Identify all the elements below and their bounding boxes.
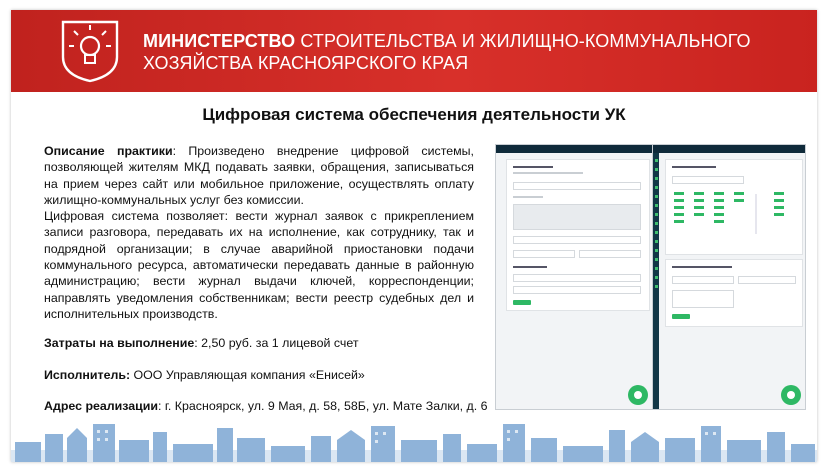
- page-title: Цифровая система обеспечения деятельност…: [202, 105, 626, 124]
- executor-line: Исполнитель: ООО Управляющая компания «Е…: [44, 368, 365, 382]
- costs-label: Затраты на выполнение: [44, 336, 195, 350]
- ministry-line2: ХОЗЯЙСТВА КРАСНОЯРСКОГО КРАЯ: [143, 53, 469, 73]
- ministry-bold: МИНИСТЕРСТВО: [143, 31, 296, 51]
- costs-line: Затраты на выполнение: 2,50 руб. за 1 ли…: [44, 336, 359, 350]
- app-screenshot-form: [495, 144, 653, 410]
- submit-button[interactable]: [513, 300, 531, 305]
- description-block: Описание практики: Произведено внедрение…: [44, 143, 474, 322]
- address-label: Адрес реализации: [44, 399, 159, 413]
- form-panel: [506, 159, 650, 311]
- app-top-bar-2: [653, 145, 805, 153]
- address-line: Адрес реализации: г. Красноярск, ул. 9 М…: [44, 399, 488, 413]
- ministry-name: МИНИСТЕРСТВО СТРОИТЕЛЬСТВА И ЖИЛИЩНО-КОМ…: [143, 30, 751, 74]
- city-skyline-decoration: [11, 424, 817, 462]
- time-slots-grid: [674, 192, 784, 234]
- lightbulb-icon: [61, 20, 119, 83]
- ministry-rest: СТРОИТЕЛЬСТВА И ЖИЛИЩНО-КОММУНАЛЬНОГО: [300, 31, 751, 51]
- appointment-panel: [665, 259, 803, 327]
- app-sidebar: [653, 153, 659, 409]
- app-screenshot-schedule: [652, 144, 806, 410]
- description-text-2: Цифровая система позволяет: вести журнал…: [44, 209, 474, 321]
- address-value: : г. Красноярск, ул. 9 Мая, д. 58, 58Б, …: [158, 399, 488, 413]
- schedule-panel: [665, 159, 803, 255]
- header-banner: МИНИСТЕРСТВО СТРОИТЕЛЬСТВА И ЖИЛИЩНО-КОМ…: [11, 10, 817, 92]
- executor-value: ООО Управляющая компания «Енисей»: [130, 368, 365, 382]
- chat-icon[interactable]: [628, 385, 648, 405]
- app-top-bar: [496, 145, 652, 153]
- slide: МИНИСТЕРСТВО СТРОИТЕЛЬСТВА И ЖИЛИЩНО-КОМ…: [11, 10, 817, 462]
- book-button[interactable]: [672, 314, 690, 319]
- executor-label: Исполнитель:: [44, 368, 131, 382]
- costs-value: : 2,50 руб. за 1 лицевой счет: [194, 336, 359, 350]
- description-label: Описание практики: [44, 144, 173, 158]
- chat-icon[interactable]: [781, 385, 801, 405]
